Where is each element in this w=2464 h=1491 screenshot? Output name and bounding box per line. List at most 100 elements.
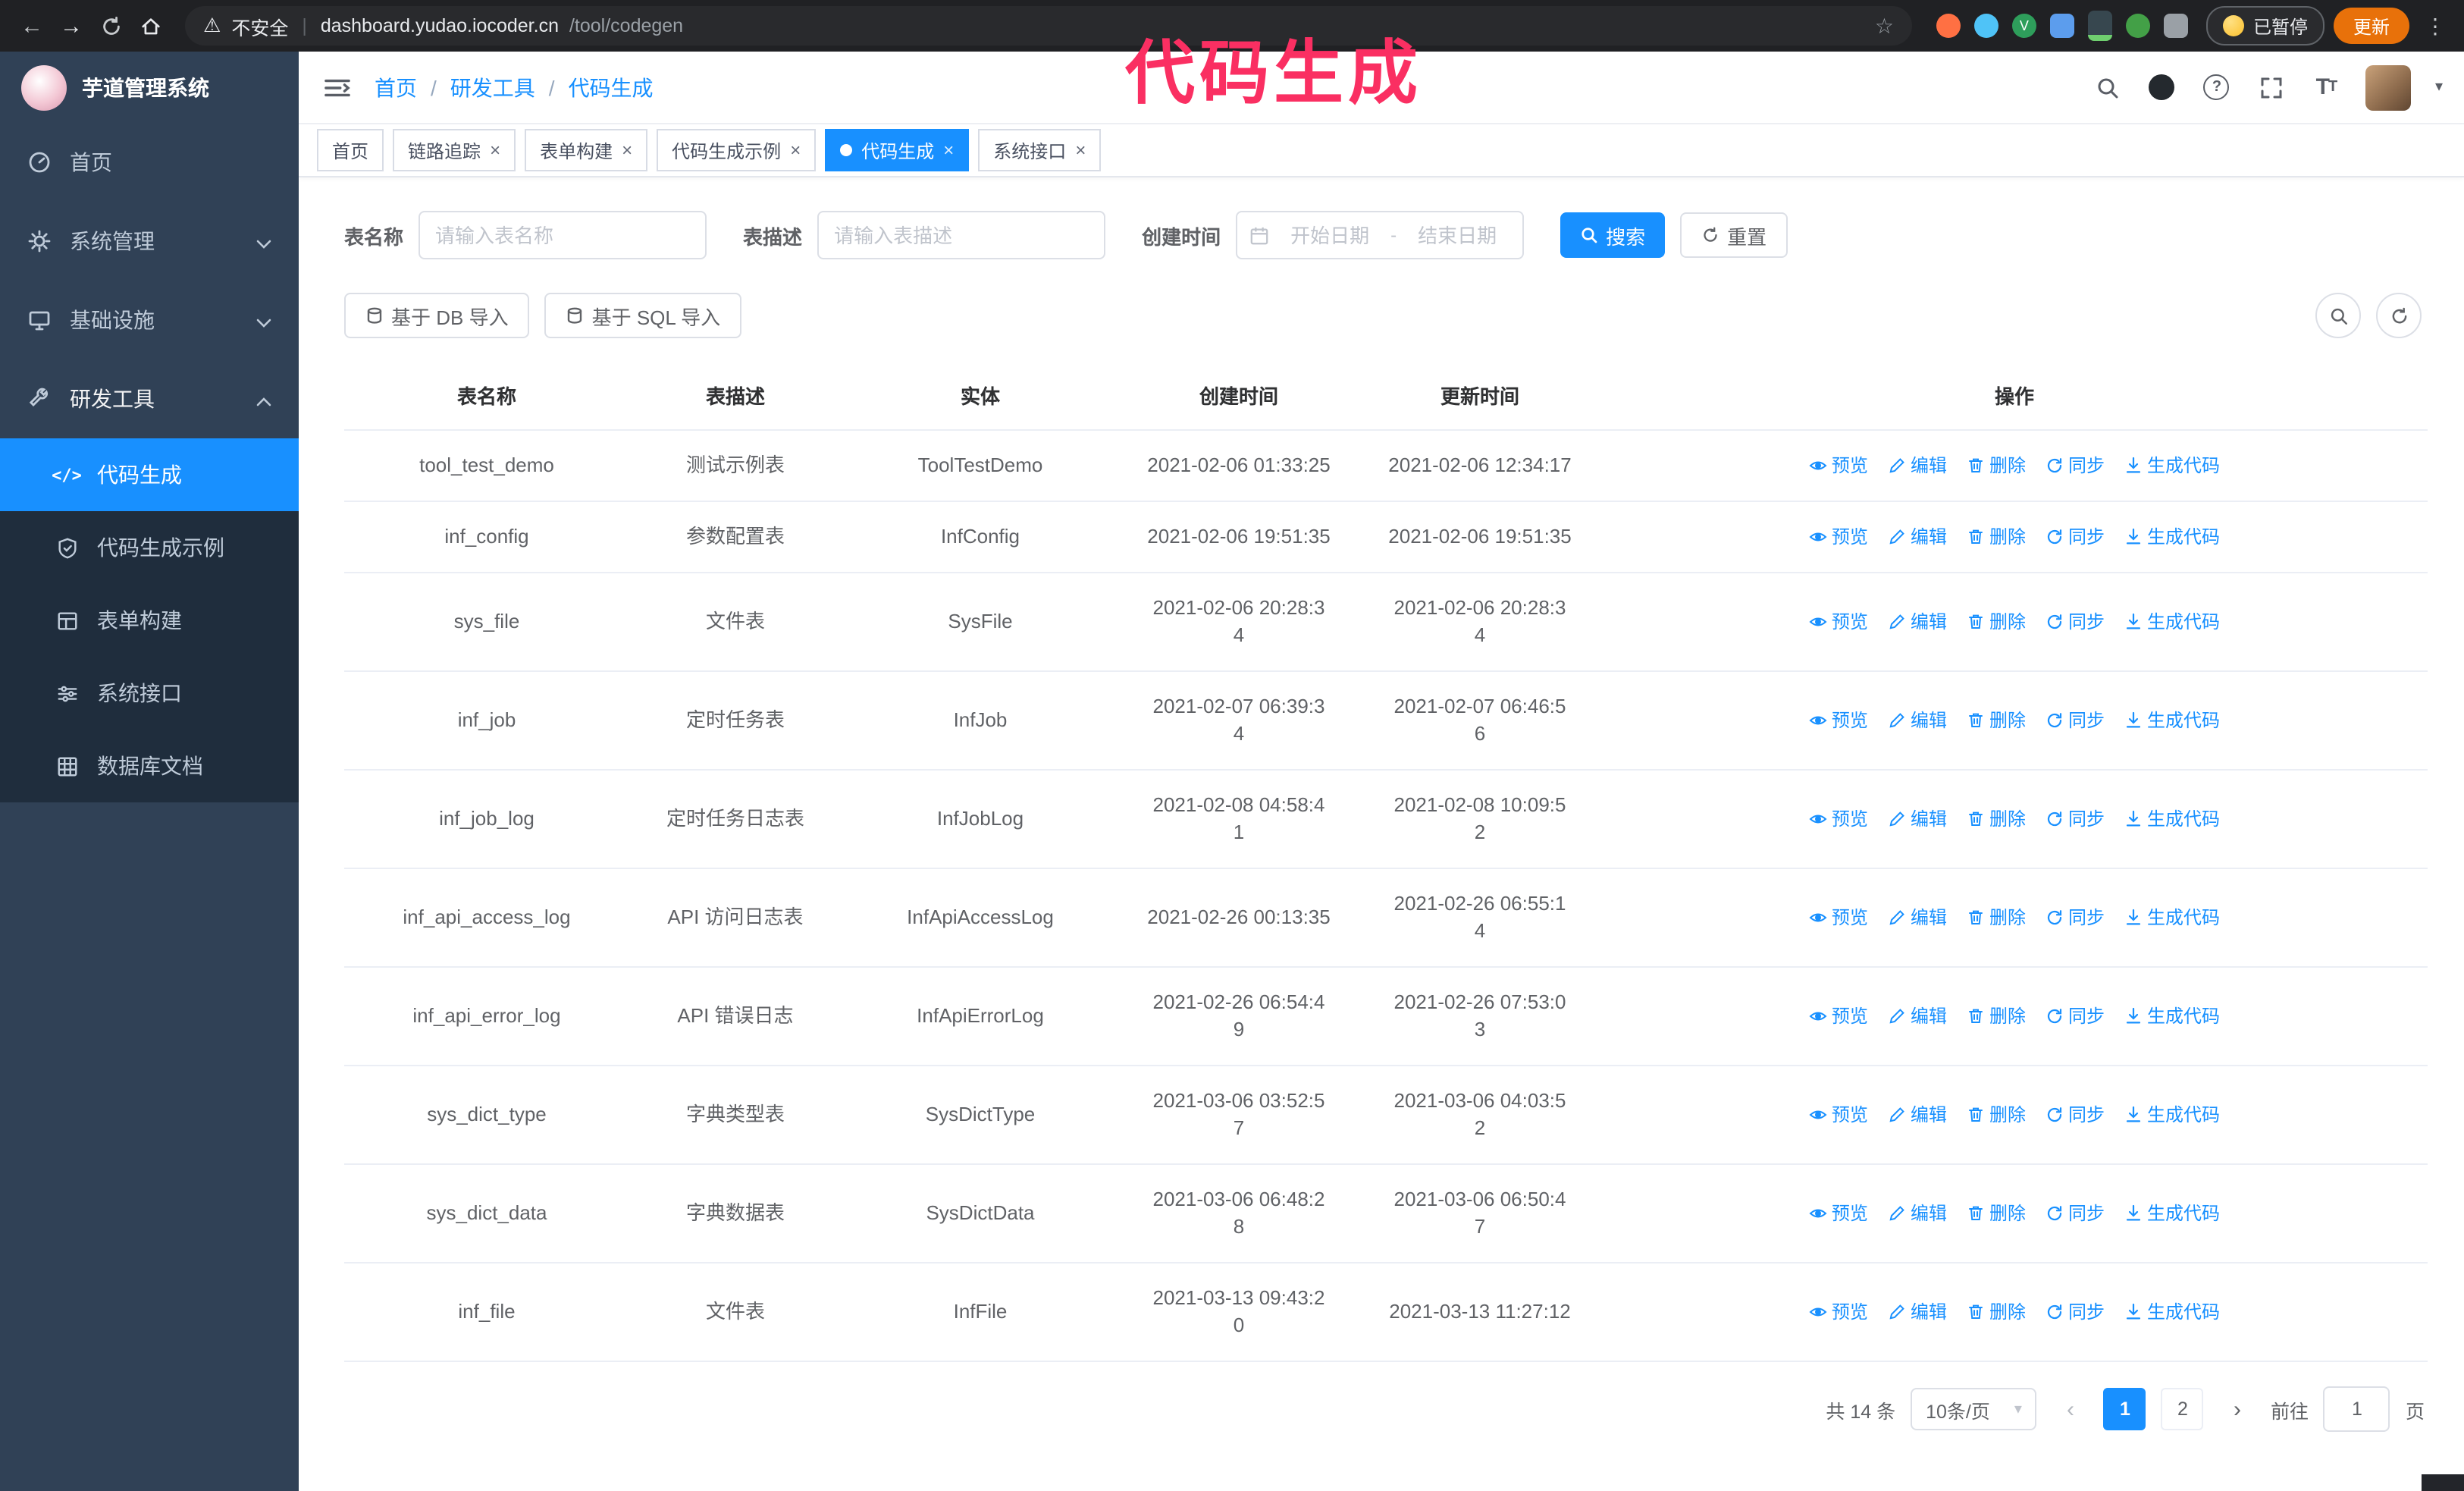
sync-link[interactable]: 同步: [2045, 608, 2105, 636]
help-icon[interactable]: ?: [2202, 72, 2232, 102]
table-desc-input[interactable]: [817, 211, 1106, 259]
table-row[interactable]: inf_api_access_log API 访问日志表 InfApiAcces…: [344, 869, 2428, 968]
date-end-input[interactable]: [1404, 222, 1511, 248]
breadcrumb-devtools[interactable]: 研发工具: [450, 72, 535, 102]
sidebar-item-api[interactable]: 系统接口: [0, 657, 299, 730]
table-row[interactable]: tool_test_demo 测试示例表 ToolTestDemo 2021-0…: [344, 431, 2428, 502]
extension-icon[interactable]: [2125, 14, 2150, 38]
sidebar-item-devtools[interactable]: 研发工具: [0, 359, 299, 438]
table-row[interactable]: sys_dict_data 字典数据表 SysDictData 2021-03-…: [344, 1165, 2428, 1263]
sync-link[interactable]: 同步: [2045, 1298, 2105, 1326]
delete-link[interactable]: 删除: [1967, 452, 2026, 479]
close-icon[interactable]: ×: [490, 141, 500, 159]
paused-badge[interactable]: 已暂停: [2205, 6, 2324, 46]
url-bar[interactable]: ⚠ 不安全 | dashboard.yudao.iocoder.cn/tool/…: [185, 6, 1912, 46]
delete-link[interactable]: 删除: [1967, 1298, 2026, 1326]
table-row[interactable]: sys_file 文件表 SysFile 2021-02-06 20:28:3 …: [344, 573, 2428, 672]
generate-code-link[interactable]: 生成代码: [2124, 523, 2220, 551]
preview-link[interactable]: 预览: [1809, 452, 1868, 479]
extension-icon[interactable]: [1936, 14, 1961, 38]
tab-codegen[interactable]: 代码生成 ×: [825, 129, 970, 171]
sync-link[interactable]: 同步: [2045, 523, 2105, 551]
sync-link[interactable]: 同步: [2045, 452, 2105, 479]
tab-trace[interactable]: 链路追踪 ×: [393, 129, 516, 171]
preview-link[interactable]: 预览: [1809, 1298, 1868, 1326]
sidebar-item-codegen-example[interactable]: 代码生成示例: [0, 511, 299, 584]
preview-link[interactable]: 预览: [1809, 523, 1868, 551]
delete-link[interactable]: 删除: [1967, 1003, 2026, 1030]
user-avatar[interactable]: [2365, 64, 2411, 110]
table-row[interactable]: inf_config 参数配置表 InfConfig 2021-02-06 19…: [344, 502, 2428, 573]
sidebar-item-infra[interactable]: 基础设施: [0, 281, 299, 359]
close-icon[interactable]: ×: [1075, 141, 1086, 159]
edit-link[interactable]: 编辑: [1888, 1200, 1947, 1227]
table-row[interactable]: inf_job 定时任务表 InfJob 2021-02-07 06:39:3 …: [344, 672, 2428, 771]
page-1-button[interactable]: 1: [2103, 1388, 2146, 1430]
preview-link[interactable]: 预览: [1809, 1003, 1868, 1030]
sidebar-item-form-builder[interactable]: 表单构建: [0, 584, 299, 657]
date-start-input[interactable]: [1277, 222, 1384, 248]
page-size-select[interactable]: 10条/页 ▾: [1911, 1388, 2037, 1430]
table-row[interactable]: inf_job_log 定时任务日志表 InfJobLog 2021-02-08…: [344, 771, 2428, 869]
preview-link[interactable]: 预览: [1809, 904, 1868, 931]
generate-code-link[interactable]: 生成代码: [2124, 1298, 2220, 1326]
bookmark-star-icon[interactable]: ☆: [1875, 13, 1894, 39]
sync-link[interactable]: 同步: [2045, 707, 2105, 734]
edit-link[interactable]: 编辑: [1888, 805, 1947, 833]
forward-icon[interactable]: →: [52, 6, 91, 46]
sync-link[interactable]: 同步: [2045, 1200, 2105, 1227]
edit-link[interactable]: 编辑: [1888, 1003, 1947, 1030]
sync-link[interactable]: 同步: [2045, 805, 2105, 833]
edit-link[interactable]: 编辑: [1888, 707, 1947, 734]
extension-icon[interactable]: [1973, 14, 1998, 38]
next-page-button[interactable]: ›: [2219, 1389, 2256, 1429]
delete-link[interactable]: 删除: [1967, 707, 2026, 734]
toggle-search-button[interactable]: [2315, 293, 2361, 338]
sidebar-logo[interactable]: 芋道管理系统: [0, 52, 299, 123]
generate-code-link[interactable]: 生成代码: [2124, 452, 2220, 479]
close-icon[interactable]: ×: [943, 141, 954, 159]
delete-link[interactable]: 删除: [1967, 805, 2026, 833]
preview-link[interactable]: 预览: [1809, 1101, 1868, 1128]
tab-codegen-example[interactable]: 代码生成示例 ×: [657, 129, 817, 171]
sidebar-item-home[interactable]: 首页: [0, 123, 299, 202]
sidebar-item-system[interactable]: 系统管理: [0, 202, 299, 281]
home-icon[interactable]: [130, 6, 170, 46]
sidebar-item-codegen[interactable]: </> 代码生成: [0, 438, 299, 511]
generate-code-link[interactable]: 生成代码: [2124, 707, 2220, 734]
kebab-menu-icon[interactable]: ⋮: [2419, 13, 2452, 39]
edit-link[interactable]: 编辑: [1888, 1298, 1947, 1326]
hamburger-icon[interactable]: [320, 71, 353, 104]
sidebar-item-db-doc[interactable]: 数据库文档: [0, 730, 299, 802]
import-sql-button[interactable]: 基于 SQL 导入: [544, 293, 742, 338]
edit-link[interactable]: 编辑: [1888, 452, 1947, 479]
preview-link[interactable]: 预览: [1809, 707, 1868, 734]
table-row[interactable]: sys_dict_type 字典类型表 SysDictType 2021-03-…: [344, 1066, 2428, 1165]
sync-link[interactable]: 同步: [2045, 904, 2105, 931]
generate-code-link[interactable]: 生成代码: [2124, 1101, 2220, 1128]
edit-link[interactable]: 编辑: [1888, 1101, 1947, 1128]
table-row[interactable]: inf_file 文件表 InfFile 2021-03-13 09:43:2 …: [344, 1263, 2428, 1362]
close-icon[interactable]: ×: [790, 141, 801, 159]
table-row[interactable]: inf_api_error_log API 错误日志 InfApiErrorLo…: [344, 968, 2428, 1066]
edit-link[interactable]: 编辑: [1888, 608, 1947, 636]
edit-link[interactable]: 编辑: [1888, 904, 1947, 931]
tab-form-builder[interactable]: 表单构建 ×: [525, 129, 648, 171]
refresh-icon[interactable]: [91, 6, 130, 46]
date-range-picker[interactable]: -: [1236, 211, 1525, 259]
extension-icon[interactable]: V: [2011, 14, 2036, 38]
github-icon[interactable]: [2147, 72, 2177, 102]
extension-icon[interactable]: [2087, 11, 2112, 41]
back-icon[interactable]: ←: [12, 6, 52, 46]
security-warning-icon[interactable]: ⚠: [203, 14, 221, 38]
import-db-button[interactable]: 基于 DB 导入: [344, 293, 530, 338]
breadcrumb-home[interactable]: 首页: [375, 72, 417, 102]
tab-home[interactable]: 首页: [317, 129, 384, 171]
page-2-button[interactable]: 2: [2161, 1388, 2204, 1430]
preview-link[interactable]: 预览: [1809, 805, 1868, 833]
prev-page-button[interactable]: ‹: [2052, 1389, 2089, 1429]
generate-code-link[interactable]: 生成代码: [2124, 1003, 2220, 1030]
tab-api[interactable]: 系统接口 ×: [978, 129, 1102, 171]
sync-link[interactable]: 同步: [2045, 1003, 2105, 1030]
avatar-caret-icon[interactable]: ▾: [2435, 79, 2443, 96]
